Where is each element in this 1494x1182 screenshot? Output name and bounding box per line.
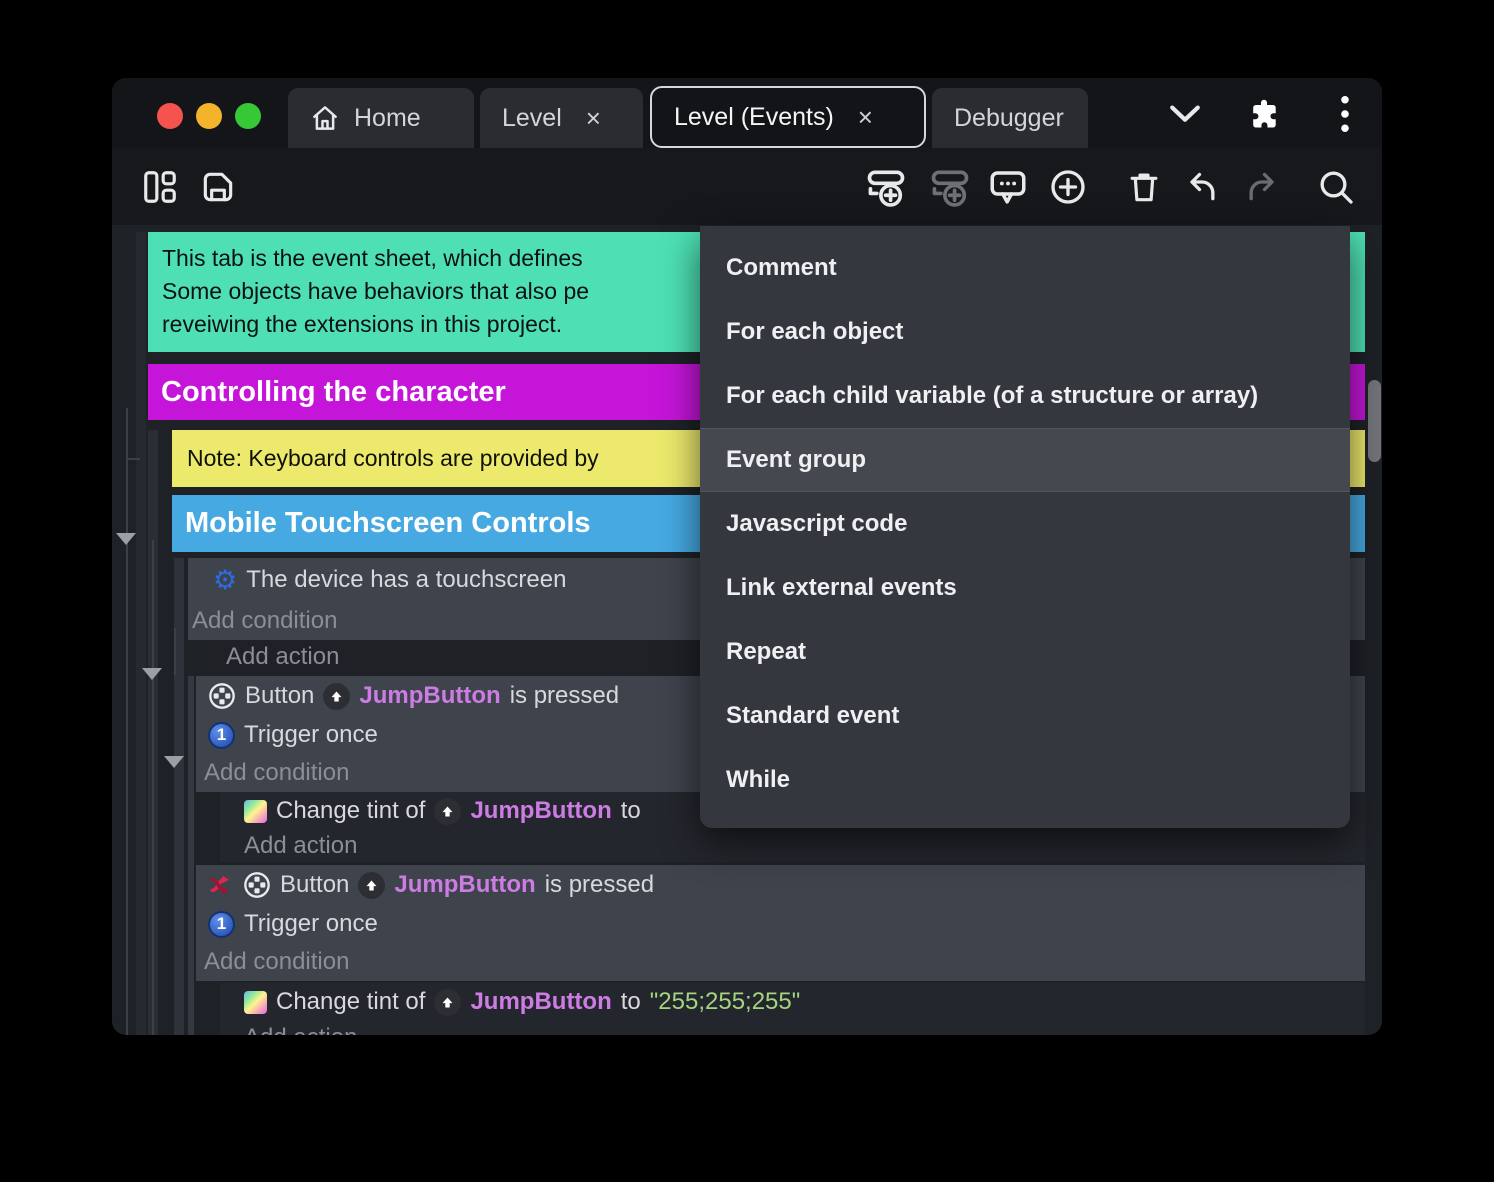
object-name: JumpButton xyxy=(470,797,611,825)
tree-guideline xyxy=(126,408,128,1035)
jumpbutton-arrow-icon xyxy=(434,798,461,825)
tab-label: Level xyxy=(502,104,562,133)
condition-suffix: is pressed xyxy=(510,682,619,710)
close-tab-icon[interactable]: × xyxy=(586,103,601,134)
action-suffix: to xyxy=(621,988,641,1016)
layout-panels-button[interactable] xyxy=(134,161,186,213)
zoom-window-button[interactable] xyxy=(235,103,261,129)
add-comment-button[interactable] xyxy=(982,161,1034,213)
trigger-once-icon: 1 xyxy=(208,911,235,938)
close-tab-icon[interactable]: × xyxy=(858,102,873,133)
condition-object: Button xyxy=(280,871,349,899)
object-name: JumpButton xyxy=(359,682,500,710)
condition-text: Trigger once xyxy=(244,910,378,938)
add-event-button[interactable] xyxy=(860,161,912,213)
toolbar xyxy=(112,148,1382,225)
collapse-arrow-icon[interactable] xyxy=(116,533,136,545)
tint-icon xyxy=(244,800,267,823)
tab-debugger[interactable]: Debugger xyxy=(932,88,1088,148)
condition-text: The device has a touchscreen xyxy=(246,566,566,594)
add-action-link[interactable]: Add action xyxy=(244,1024,357,1035)
tab-home[interactable]: Home xyxy=(288,88,474,148)
titlebar: Home Level × Level (Events) × Debugger xyxy=(112,78,1382,148)
menu-item-while[interactable]: While xyxy=(700,748,1350,812)
menu-item-standard-event[interactable]: Standard event xyxy=(700,684,1350,748)
system-gear-icon: ⚙ xyxy=(213,567,237,594)
menu-item-event-group[interactable]: Event group xyxy=(700,428,1350,492)
indent-strip xyxy=(136,232,146,1035)
condition-suffix: is pressed xyxy=(545,871,654,899)
menu-item-javascript-code[interactable]: Javascript code xyxy=(700,492,1350,556)
minimize-window-button[interactable] xyxy=(196,103,222,129)
save-button[interactable] xyxy=(192,161,244,213)
add-condition-link[interactable]: Add condition xyxy=(192,607,337,635)
addons-puzzle-button[interactable] xyxy=(1242,93,1286,135)
tab-list-dropdown-button[interactable] xyxy=(1164,98,1206,130)
event-block[interactable]: Button JumpButton is pressed 1 Trigger o… xyxy=(196,865,1365,981)
trigger-once-icon: 1 xyxy=(208,722,235,749)
app-window: Home Level × Level (Events) × Debugger xyxy=(112,78,1382,1035)
group-title: Controlling the character xyxy=(161,376,506,409)
add-action-link[interactable]: Add action xyxy=(244,832,357,860)
menu-item-for-each-child-variable[interactable]: For each child variable (of a structure … xyxy=(700,364,1350,428)
gamepad-button-icon xyxy=(208,682,236,710)
tint-icon xyxy=(244,991,267,1014)
search-button[interactable] xyxy=(1310,161,1362,213)
action-value: "255;255;255" xyxy=(650,988,801,1016)
add-condition-link[interactable]: Add condition xyxy=(204,948,349,976)
tab-label: Level (Events) xyxy=(674,103,834,132)
menu-item-comment[interactable]: Comment xyxy=(700,236,1350,300)
action-text: Change tint of xyxy=(276,797,425,825)
tree-guideline xyxy=(126,458,140,460)
undo-button[interactable] xyxy=(1176,161,1228,213)
close-window-button[interactable] xyxy=(157,103,183,129)
insert-new-button[interactable] xyxy=(1042,161,1094,213)
jumpbutton-arrow-icon xyxy=(434,989,461,1016)
menu-item-link-external-events[interactable]: Link external events xyxy=(700,556,1350,620)
tab-level[interactable]: Level × xyxy=(480,88,643,148)
redo-button[interactable] xyxy=(1236,161,1288,213)
jumpbutton-arrow-icon xyxy=(358,872,385,899)
add-condition-link[interactable]: Add condition xyxy=(204,759,349,787)
gamepad-button-icon xyxy=(243,871,271,899)
menu-item-repeat[interactable]: Repeat xyxy=(700,620,1350,684)
tree-guideline xyxy=(152,540,154,1035)
add-action-link[interactable]: Add action xyxy=(226,643,339,671)
collapse-arrow-icon[interactable] xyxy=(142,668,162,680)
tab-level-events[interactable]: Level (Events) × xyxy=(650,86,926,148)
group-title: Mobile Touchscreen Controls xyxy=(185,507,591,540)
condition-text: Trigger once xyxy=(244,721,378,749)
note-text: Note: Keyboard controls are provided by xyxy=(187,445,599,472)
menu-item-for-each-object[interactable]: For each object xyxy=(700,300,1350,364)
home-icon xyxy=(310,103,340,133)
vertical-scrollbar-thumb[interactable] xyxy=(1368,380,1381,462)
object-name: JumpButton xyxy=(470,988,611,1016)
add-event-context-menu: Comment For each object For each child v… xyxy=(700,226,1350,828)
inverted-condition-icon xyxy=(208,872,234,898)
tab-label: Debugger xyxy=(954,104,1064,133)
action-text: Change tint of xyxy=(276,988,425,1016)
main-menu-kebab-button[interactable] xyxy=(1330,94,1360,134)
condition-object: Button xyxy=(245,682,314,710)
tab-label: Home xyxy=(354,104,421,133)
action-suffix: to xyxy=(621,797,641,825)
delete-button[interactable] xyxy=(1118,161,1170,213)
action-row[interactable]: Change tint of JumpButton to "255;255;25… xyxy=(220,983,1365,1035)
collapse-arrow-icon[interactable] xyxy=(164,756,184,768)
tree-guideline xyxy=(174,628,176,675)
object-name: JumpButton xyxy=(394,871,535,899)
jumpbutton-arrow-icon xyxy=(323,683,350,710)
indent-strip xyxy=(188,676,194,1035)
add-subevent-button[interactable] xyxy=(924,161,976,213)
